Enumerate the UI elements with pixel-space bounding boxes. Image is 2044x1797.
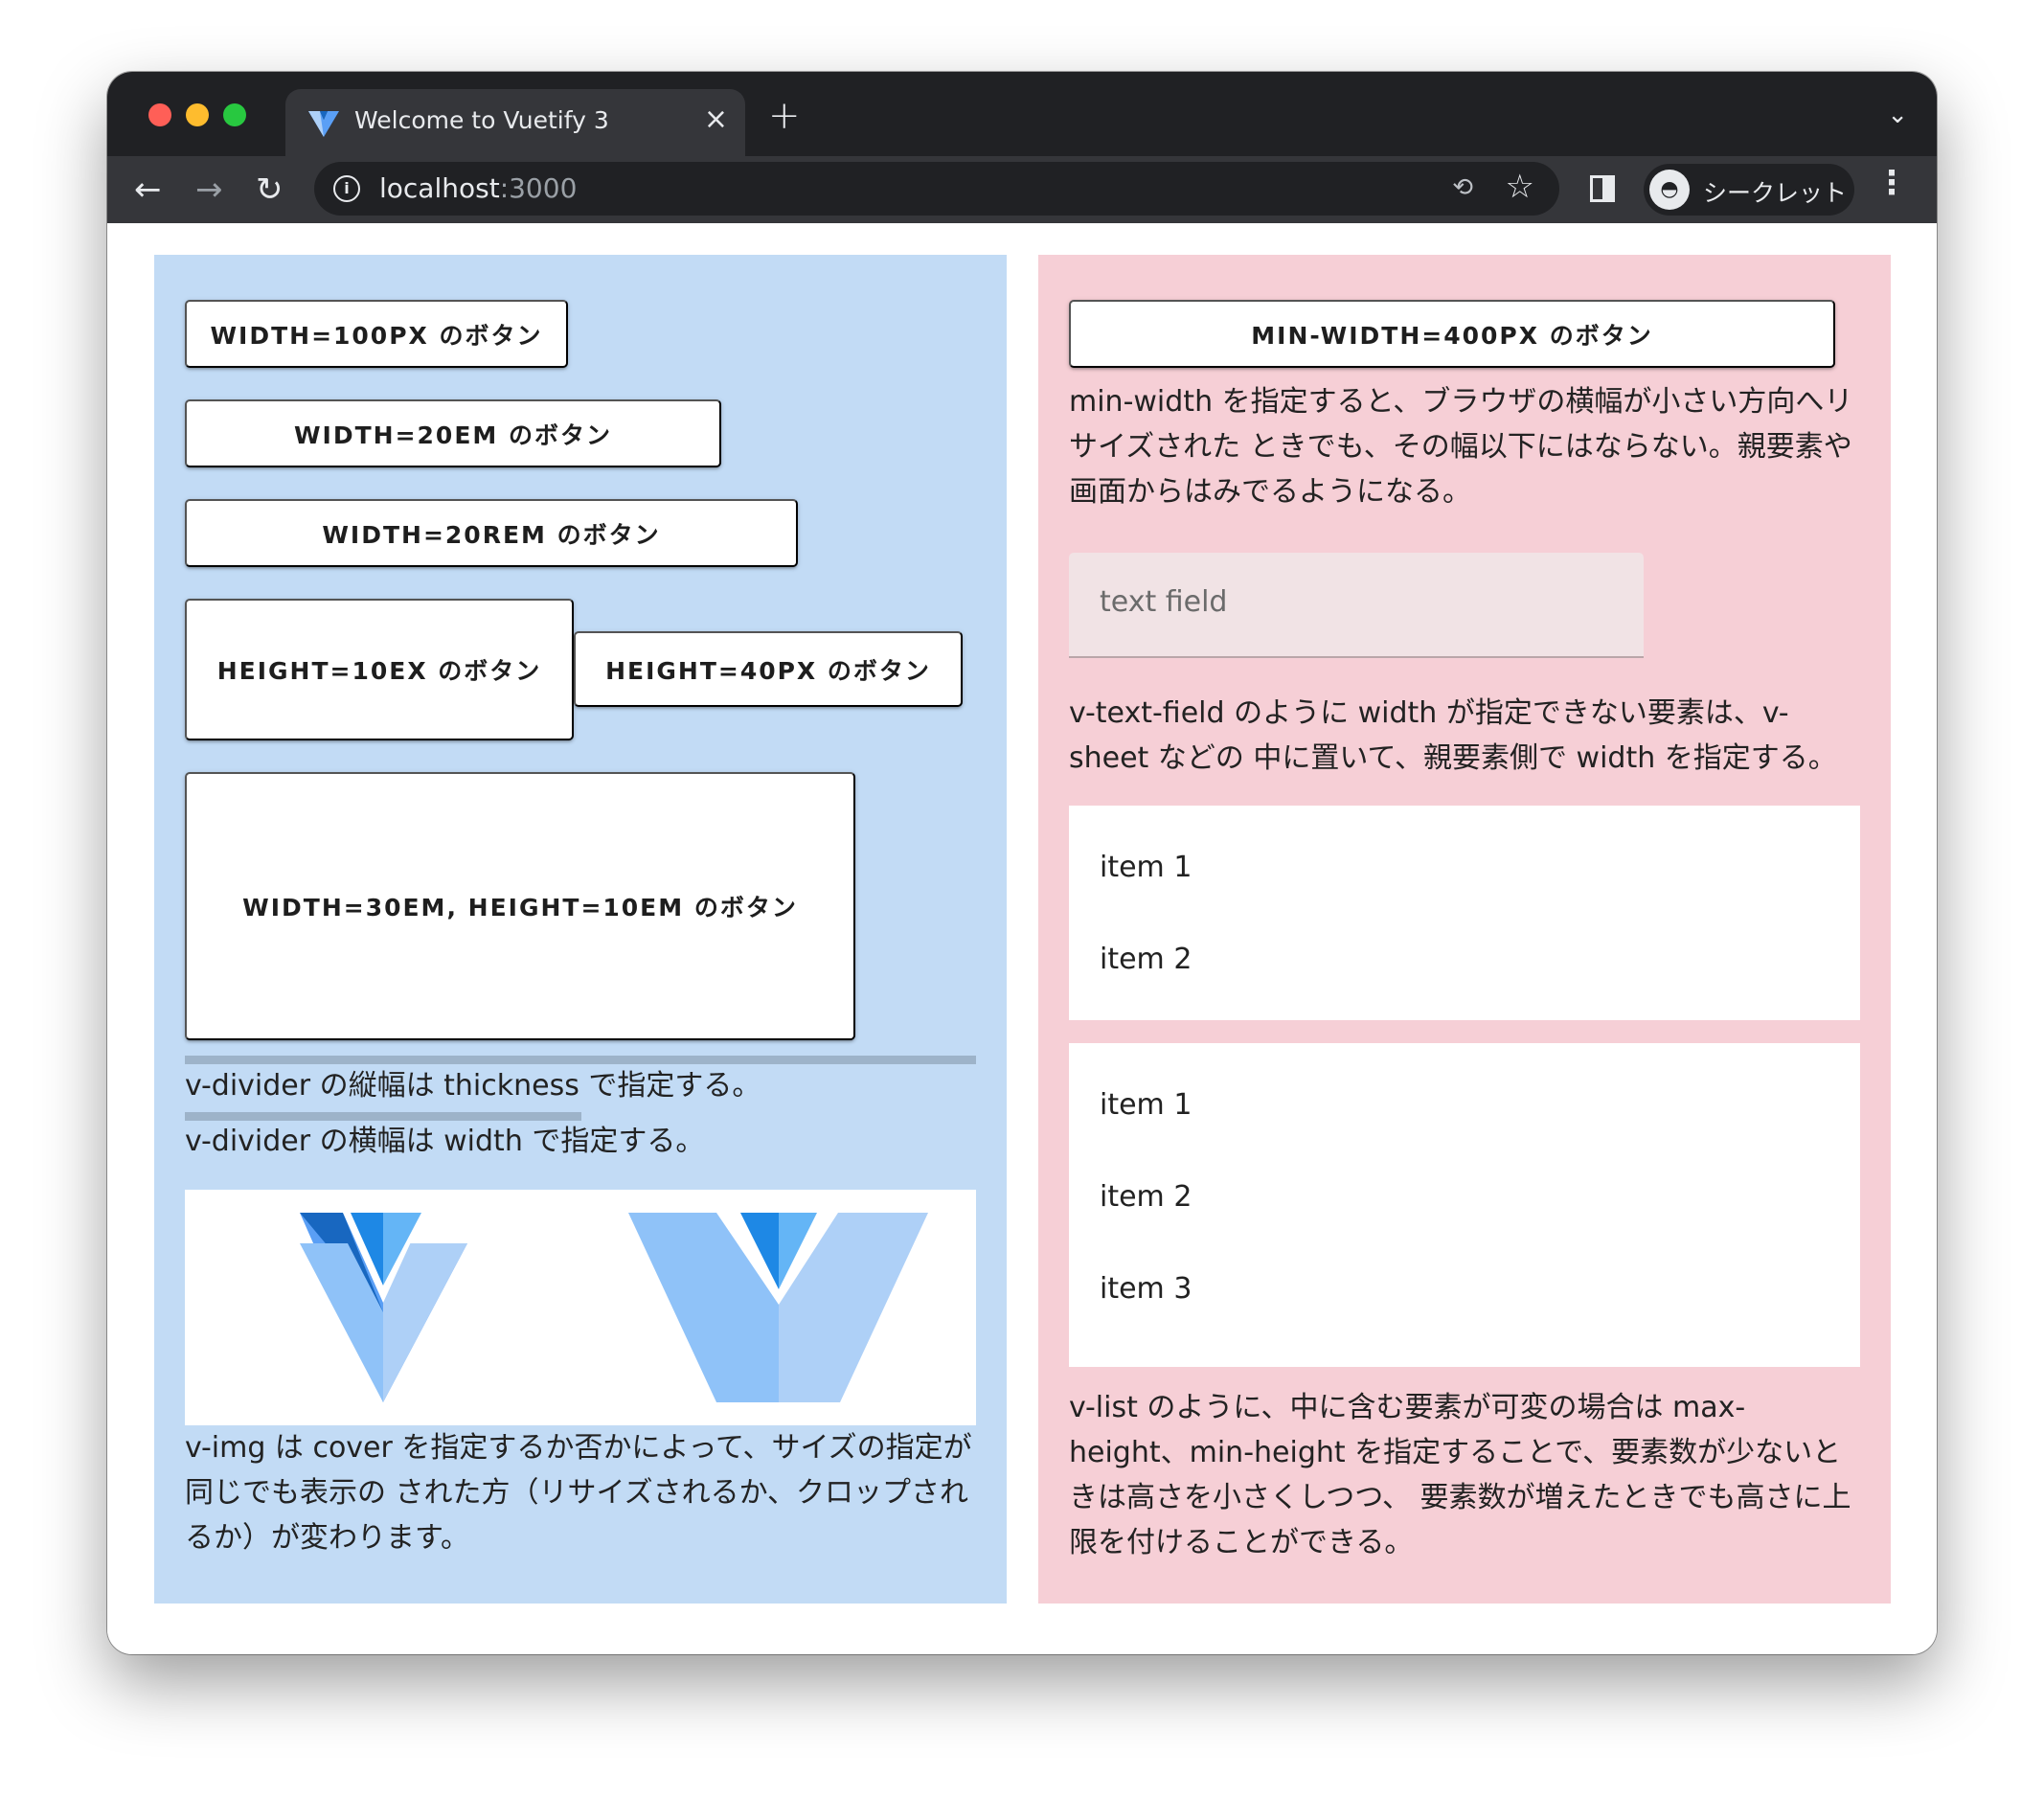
list-small: item 1 item 2: [1069, 806, 1860, 1020]
v-img-note: v-img は cover を指定するか否かによって、サイズの指定が同じでも表示…: [185, 1431, 972, 1555]
close-tab-icon[interactable]: ×: [704, 102, 728, 137]
info-icon[interactable]: i: [333, 175, 360, 202]
close-window-button[interactable]: [148, 103, 171, 126]
right-panel: MIN-WIDTH=400PX のボタン min-width を指定すると、ブラ…: [1038, 255, 1891, 1604]
translate-icon[interactable]: ⟲: [1452, 173, 1473, 202]
divider-width-note: v-divider の横幅は width で指定する。: [185, 1125, 705, 1158]
page-content: WIDTH=100PX のボタン WIDTH=20EM のボタン WIDTH=2…: [107, 223, 1937, 1654]
browser-window: Welcome to Vuetify 3 × + ⌄ ← → ↻ i local…: [107, 72, 1937, 1654]
tab-welcome[interactable]: Welcome to Vuetify 3 ×: [285, 89, 745, 156]
browser-toolbar: ← → ↻ i localhost:3000 ⟲ ☆ ◓ シークレット ⋮: [107, 156, 1937, 223]
vuetify-logo-images: [300, 1213, 928, 1402]
list-item[interactable]: item 1: [1069, 1058, 1860, 1150]
list-item[interactable]: item 2: [1069, 1150, 1860, 1242]
forward-arrow-icon[interactable]: →: [195, 166, 223, 214]
address-bar[interactable]: i localhost:3000 ⟲ ☆: [314, 162, 1559, 216]
vuetify-logo-cover-icon: [628, 1213, 928, 1402]
new-tab-button[interactable]: +: [768, 97, 801, 135]
incognito-label: シークレット: [1703, 179, 1848, 207]
height-40px-button[interactable]: HEIGHT=40PX のボタン: [574, 631, 963, 707]
tab-bar: Welcome to Vuetify 3 × + ⌄: [107, 72, 1937, 156]
v-img-container: [185, 1190, 976, 1425]
left-panel: WIDTH=100PX のボタン WIDTH=20EM のボタン WIDTH=2…: [154, 255, 1007, 1604]
list-item[interactable]: item 1: [1069, 821, 1860, 913]
kebab-menu-icon[interactable]: ⋮: [1875, 164, 1908, 202]
list-item[interactable]: item 3: [1069, 1242, 1860, 1334]
star-icon[interactable]: ☆: [1506, 168, 1534, 206]
incognito-indicator[interactable]: ◓ シークレット: [1644, 164, 1854, 216]
list-item[interactable]: item 2: [1069, 913, 1860, 1005]
tab-title: Welcome to Vuetify 3: [354, 106, 609, 134]
text-field-note: v-text-field のように width が指定できない要素は、v-she…: [1069, 696, 1837, 775]
back-arrow-icon[interactable]: ←: [134, 166, 162, 214]
width-100px-button[interactable]: WIDTH=100PX のボタン: [185, 300, 568, 368]
height-10ex-button[interactable]: HEIGHT=10EX のボタン: [185, 599, 574, 740]
vuetify-logo-icon: [308, 111, 339, 137]
v-list-note: v-list のように、中に含む要素が可変の場合は max-height、min…: [1069, 1391, 1851, 1559]
list-large: item 1 item 2 item 3: [1069, 1043, 1860, 1367]
url-text[interactable]: localhost:3000: [379, 172, 577, 204]
side-panel-icon[interactable]: [1590, 175, 1615, 202]
min-width-note: min-width を指定すると、ブラウザの横幅が小さい方向へリサイズされた と…: [1069, 385, 1853, 509]
width-20rem-button[interactable]: WIDTH=20REM のボタン: [185, 499, 798, 567]
reload-icon[interactable]: ↻: [256, 166, 284, 214]
text-field[interactable]: text field: [1069, 553, 1644, 658]
incognito-icon: ◓: [1649, 170, 1690, 210]
minimize-window-button[interactable]: [186, 103, 209, 126]
width-30em-height-10em-button[interactable]: WIDTH=30EM, HEIGHT=10EM のボタン: [185, 772, 855, 1040]
text-field-label: text field: [1100, 585, 1228, 619]
width-20em-button[interactable]: WIDTH=20EM のボタン: [185, 399, 721, 467]
chevron-down-icon[interactable]: ⌄: [1887, 101, 1908, 129]
divider-thickness-note: v-divider の縦幅は thickness で指定する。: [185, 1069, 761, 1103]
maximize-window-button[interactable]: [223, 103, 246, 126]
vuetify-logo-contain-icon: [300, 1213, 467, 1402]
min-width-400px-button[interactable]: MIN-WIDTH=400PX のボタン: [1069, 300, 1835, 368]
